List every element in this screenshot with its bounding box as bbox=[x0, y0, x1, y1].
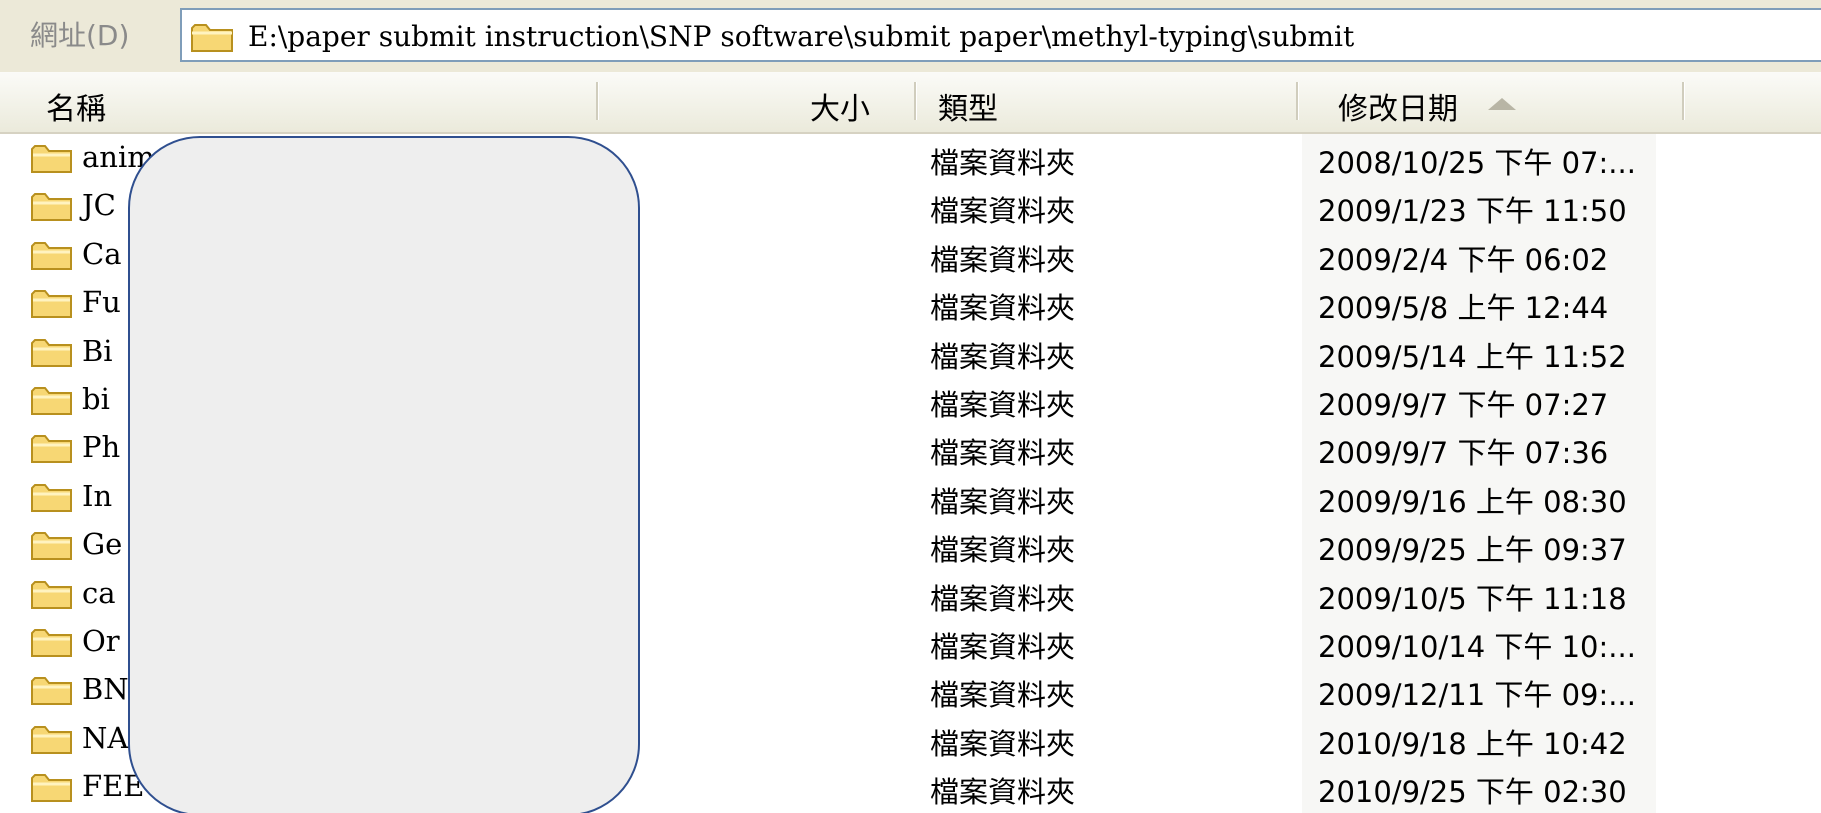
address-input[interactable]: E:\paper submit instruction\SNP software… bbox=[180, 8, 1821, 62]
file-type: 檔案資料夾 bbox=[930, 726, 1076, 761]
file-type: 檔案資料夾 bbox=[930, 678, 1076, 713]
file-modified-date: 2009/12/11 下午 09:... bbox=[1318, 678, 1636, 713]
file-type: 檔案資料夾 bbox=[930, 630, 1076, 664]
file-type: 檔案資料夾 bbox=[930, 194, 1076, 229]
file-type: 檔案資料夾 bbox=[930, 339, 1076, 374]
file-type: 檔案資料夾 bbox=[930, 242, 1076, 277]
folder-icon bbox=[31, 193, 72, 222]
file-name[interactable]: Or bbox=[82, 624, 120, 658]
column-header-name[interactable]: 名稱 bbox=[46, 84, 106, 128]
folder-icon bbox=[31, 435, 72, 464]
folder-icon bbox=[31, 387, 72, 415]
column-divider[interactable] bbox=[914, 82, 917, 120]
file-type: 檔案資料夾 bbox=[930, 146, 1076, 180]
file-type: 檔案資料夾 bbox=[930, 436, 1076, 471]
file-modified-date: 2009/5/8 上午 12:44 bbox=[1318, 291, 1609, 326]
column-divider[interactable] bbox=[596, 82, 599, 120]
column-header-type[interactable]: 類型 bbox=[938, 84, 998, 128]
file-name[interactable]: Bi bbox=[82, 334, 113, 368]
file-type: 檔案資料夾 bbox=[930, 291, 1076, 326]
file-modified-date: 2008/10/25 下午 07:... bbox=[1318, 146, 1636, 180]
file-name[interactable]: bi bbox=[82, 382, 110, 416]
address-label: 網址(D) bbox=[30, 19, 130, 52]
file-name[interactable]: In bbox=[82, 479, 112, 513]
sort-ascending-icon bbox=[1488, 98, 1516, 110]
file-modified-date: 2009/5/14 上午 11:52 bbox=[1318, 339, 1627, 374]
file-type: 檔案資料夾 bbox=[930, 533, 1076, 568]
file-name[interactable]: NA bbox=[82, 721, 128, 755]
file-modified-date: 2010/9/18 上午 10:42 bbox=[1318, 726, 1627, 761]
file-type: 檔案資料夾 bbox=[930, 581, 1076, 616]
file-modified-date: 2009/9/16 上午 08:30 bbox=[1318, 484, 1627, 519]
folder-icon bbox=[31, 532, 72, 561]
column-divider[interactable] bbox=[1296, 82, 1299, 120]
file-modified-date: 2009/10/5 下午 11:18 bbox=[1318, 581, 1627, 616]
file-modified-date: 2009/1/23 下午 11:50 bbox=[1318, 194, 1627, 229]
file-name[interactable]: ca bbox=[82, 576, 116, 610]
folder-icon bbox=[31, 338, 72, 367]
file-modified-date: 2009/9/25 上午 09:37 bbox=[1318, 533, 1627, 568]
column-header-modified[interactable]: 修改日期 bbox=[1338, 84, 1458, 128]
file-type: 檔案資料夾 bbox=[930, 388, 1076, 422]
folder-icon bbox=[31, 677, 72, 706]
file-name[interactable]: Ge bbox=[82, 527, 122, 561]
folder-icon bbox=[31, 725, 72, 754]
file-name[interactable]: Ca bbox=[82, 237, 121, 271]
file-name[interactable]: BN bbox=[82, 672, 129, 706]
file-modified-date: 2009/2/4 下午 06:02 bbox=[1318, 242, 1609, 277]
folder-icon bbox=[31, 145, 72, 173]
file-modified-date: 2009/10/14 下午 10:... bbox=[1318, 630, 1636, 664]
explorer-window: 網址(D) E:\paper submit instruction\SNP so… bbox=[0, 0, 1821, 813]
folder-icon bbox=[31, 241, 72, 270]
folder-icon bbox=[31, 629, 72, 657]
folder-icon bbox=[31, 580, 72, 609]
address-bar: 網址(D) E:\paper submit instruction\SNP so… bbox=[0, 0, 1821, 73]
file-name[interactable]: Fu bbox=[82, 285, 121, 319]
redaction-overlay bbox=[128, 136, 640, 813]
folder-icon bbox=[191, 24, 233, 52]
column-header-size[interactable]: 大小 bbox=[810, 84, 870, 128]
folder-icon bbox=[31, 483, 72, 512]
file-modified-date: 2009/9/7 下午 07:36 bbox=[1318, 436, 1609, 471]
file-modified-date: 2010/9/25 下午 02:30 bbox=[1318, 775, 1627, 810]
file-name[interactable]: Ph bbox=[82, 430, 120, 464]
file-modified-date: 2009/9/7 下午 07:27 bbox=[1318, 388, 1609, 422]
column-header: 名稱 大小 類型 修改日期 bbox=[0, 72, 1821, 134]
file-type: 檔案資料夾 bbox=[930, 775, 1076, 810]
column-divider[interactable] bbox=[1682, 82, 1685, 120]
address-path: E:\paper submit instruction\SNP software… bbox=[248, 20, 1355, 53]
file-name[interactable]: JC bbox=[82, 188, 116, 222]
file-type: 檔案資料夾 bbox=[930, 484, 1076, 519]
folder-icon bbox=[31, 774, 72, 803]
folder-icon bbox=[31, 290, 72, 319]
